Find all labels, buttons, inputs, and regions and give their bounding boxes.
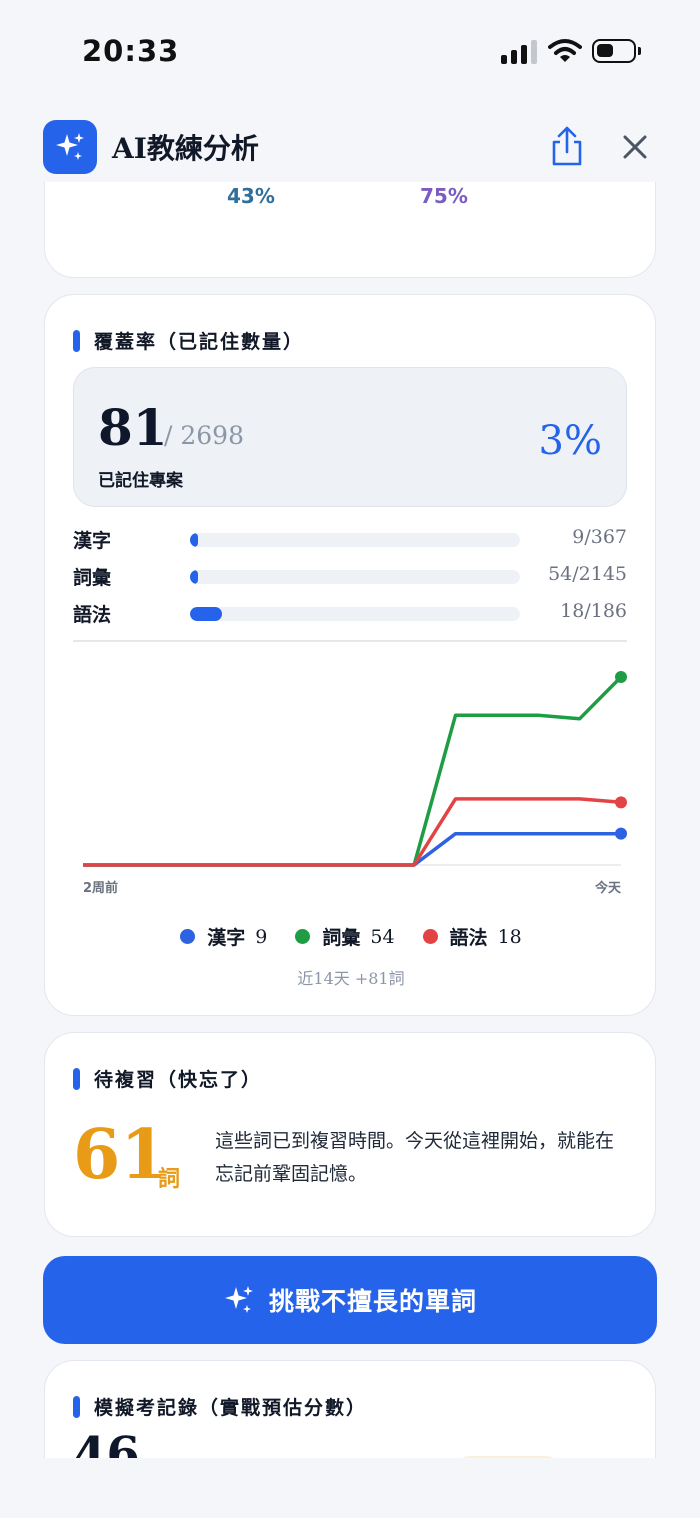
- legend-label: 語法: [449, 927, 488, 949]
- progress-fill: [190, 533, 199, 547]
- legend-item: 語法 18: [422, 923, 522, 950]
- scroll-content[interactable]: 43% 75% 覆蓋率（已記住數量） 81 / 2698 已記住專案 3% 漢字…: [0, 0, 700, 1458]
- legend-label: 漢字: [207, 927, 246, 949]
- mock-exam-badge: [459, 1456, 557, 1458]
- memorized-count: 81: [98, 398, 168, 457]
- memorized-label: 已記住專案: [98, 471, 183, 491]
- progress-label: 詞彙: [73, 567, 112, 589]
- cta-label: 挑戰不擅長的單詞: [268, 1287, 477, 1316]
- legend-dot: [180, 929, 196, 944]
- legend-value: 54: [370, 925, 395, 948]
- legend-item: 漢字 9: [180, 923, 267, 950]
- section-accent: [73, 329, 80, 352]
- ai-coach-icon: [43, 120, 97, 174]
- progress-row-kanji: 漢字 9/367: [73, 524, 627, 554]
- progress-label: 漢字: [73, 530, 112, 552]
- progress-value: 9/367: [572, 526, 627, 548]
- legend-dot: [422, 929, 438, 944]
- stat-percent-left: 43%: [227, 184, 275, 208]
- review-description: 這些詞已到複習時間。今天從這裡開始，就能在忘記前鞏固記憶。: [215, 1130, 615, 1185]
- chart-legend: 漢字 9 詞彙 54 語法 18: [45, 923, 657, 950]
- coverage-percent: 3%: [538, 418, 602, 464]
- close-icon[interactable]: [617, 129, 653, 165]
- coverage-line-chart: 2周前 今天: [83, 671, 627, 896]
- stat-percent-right: 75%: [420, 184, 468, 208]
- mock-exam-title: 模擬考記錄（實戰預估分數）: [94, 1397, 368, 1419]
- legend-value: 9: [255, 925, 268, 948]
- page-title: AI教練分析: [112, 132, 259, 165]
- challenge-weak-words-button[interactable]: 挑戰不擅長的單詞: [43, 1256, 657, 1344]
- progress-track: [190, 533, 520, 547]
- divider: [73, 640, 627, 642]
- section-accent: [73, 1395, 80, 1418]
- series-end-point-2: [615, 796, 627, 809]
- x-axis-end-label: 今天: [594, 880, 622, 896]
- progress-track: [190, 607, 520, 621]
- sparkle-icon: [56, 133, 84, 160]
- chart-note: 近14天 +81詞: [297, 969, 405, 988]
- mock-exam-card: 模擬考記錄（實戰預估分數） 46: [44, 1360, 656, 1458]
- review-title: 待複習（快忘了）: [94, 1069, 263, 1091]
- progress-value: 18/186: [560, 600, 627, 622]
- mock-exam-score: 46: [73, 1427, 140, 1458]
- progress-value: 54/2145: [548, 563, 627, 585]
- status-time: 20:33: [82, 34, 180, 68]
- memorized-summary: 81 / 2698 已記住專案 3%: [73, 367, 627, 507]
- progress-row-grammar: 語法 18/186: [73, 598, 627, 628]
- memorized-total: / 2698: [164, 421, 244, 450]
- x-axis-start-label: 2周前: [83, 880, 118, 896]
- legend-label: 詞彙: [322, 927, 361, 949]
- coverage-header: 覆蓋率（已記住數量）: [73, 327, 304, 354]
- app-header: AI教練分析: [0, 100, 700, 182]
- mock-exam-header: 模擬考記錄（實戰預估分數）: [73, 1393, 367, 1420]
- progress-fill: [190, 570, 199, 584]
- section-accent: [73, 1067, 80, 1090]
- legend-item: 詞彙 54: [295, 923, 395, 950]
- review-count: 61: [73, 1115, 168, 1195]
- series-end-point-0: [615, 827, 627, 840]
- status-bar: 20:33: [0, 0, 700, 100]
- progress-row-vocab: 詞彙 54/2145: [73, 561, 627, 591]
- signal-icon: [501, 40, 539, 64]
- sparkle-icon: [224, 1286, 253, 1313]
- coverage-title: 覆蓋率（已記住數量）: [94, 331, 305, 353]
- progress-fill: [190, 607, 222, 621]
- series-line-1: [83, 675, 623, 867]
- battery-icon: [592, 39, 641, 63]
- legend-value: 18: [497, 925, 522, 948]
- coverage-card: 覆蓋率（已記住數量） 81 / 2698 已記住專案 3% 漢字 9/367 詞…: [44, 294, 656, 1016]
- progress-label: 語法: [73, 604, 112, 626]
- wifi-icon: [548, 39, 582, 62]
- review-header: 待複習（快忘了）: [73, 1065, 262, 1092]
- review-unit: 詞: [158, 1166, 181, 1192]
- series-end-point-1: [615, 671, 627, 683]
- series-line-0: [83, 831, 621, 867]
- progress-track: [190, 570, 520, 584]
- share-icon[interactable]: [548, 124, 586, 168]
- legend-dot: [295, 929, 311, 944]
- review-card[interactable]: 待複習（快忘了） 61 詞 這些詞已到複習時間。今天從這裡開始，就能在忘記前鞏固…: [44, 1032, 656, 1237]
